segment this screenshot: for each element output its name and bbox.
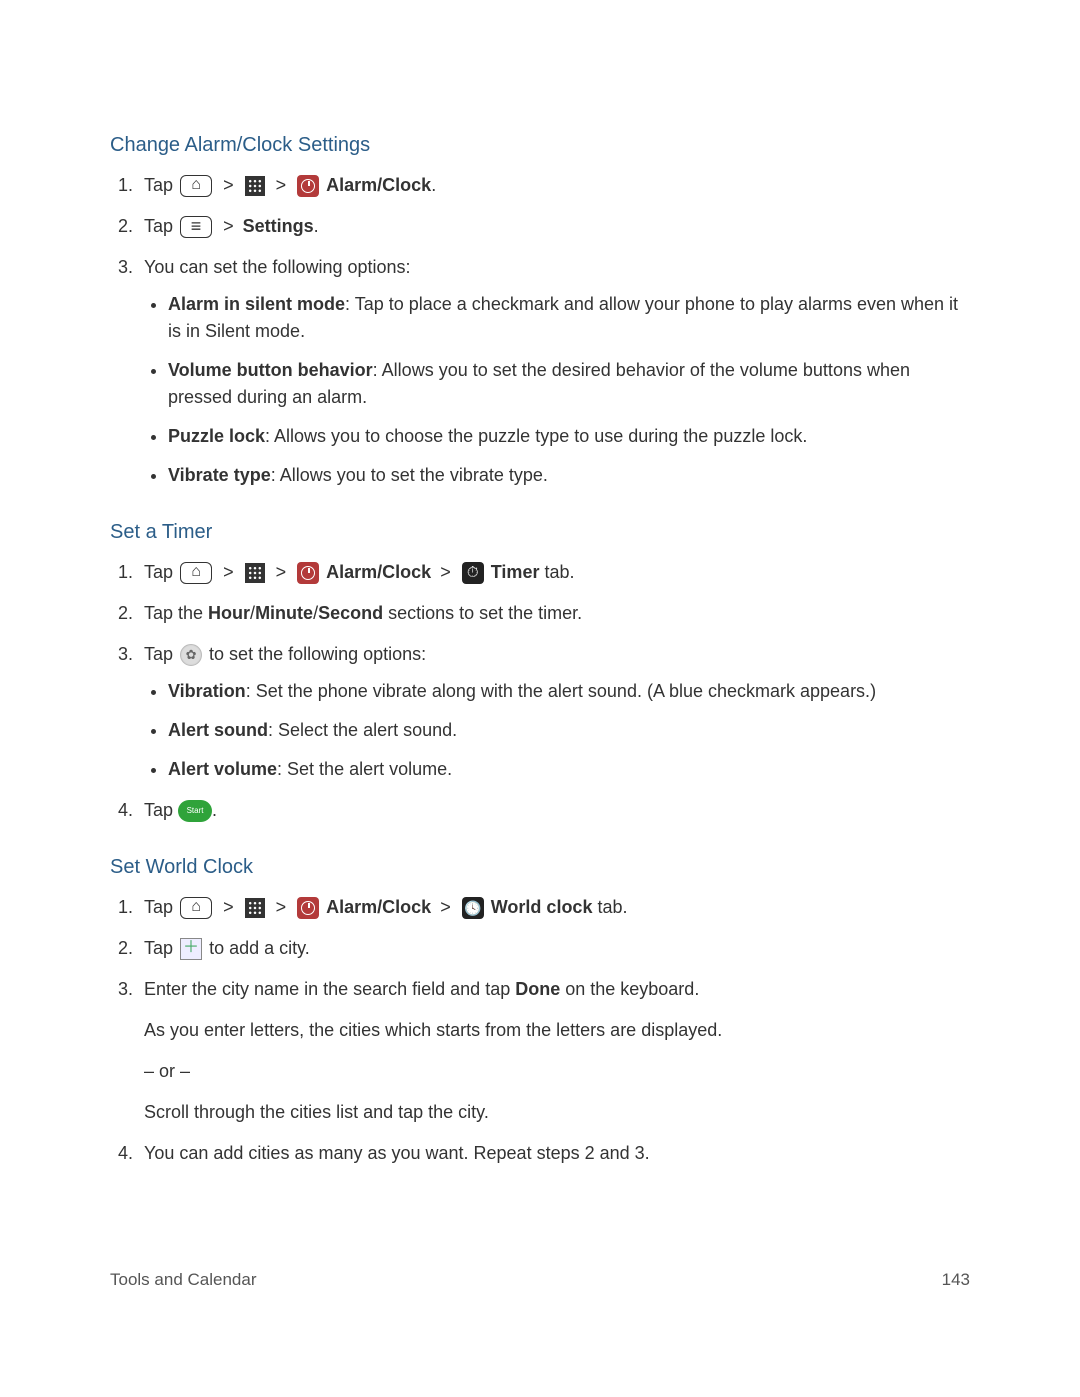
separator: > [219,897,238,917]
alarm-clock-icon [297,175,319,197]
step: Tap > > Alarm/Clock > Timer tab. [138,559,970,586]
step: Tap . [138,797,970,824]
option-desc: : Set the alert volume. [277,759,452,779]
page-footer: Tools and Calendar 143 [110,1267,970,1293]
text: . [431,175,436,195]
step: Tap to set the following options: Vibrat… [138,641,970,783]
option-list: Alarm in silent mode: Tap to place a che… [144,291,970,489]
option-desc: : Allows you to choose the puzzle type t… [265,426,807,446]
text: . [212,800,217,820]
step: You can add cities as many as you want. … [138,1140,970,1167]
separator: > [272,897,291,917]
text: sections to set the timer. [383,603,582,623]
text: on the keyboard. [560,979,699,999]
text: to set the following options: [209,644,426,664]
page-number: 143 [942,1267,970,1293]
alarm-clock-icon [297,562,319,584]
apps-icon [245,898,265,918]
separator: > [436,562,455,582]
steps-world-clock: Tap > > Alarm/Clock > World clock tab. T… [110,894,970,1167]
world-clock-icon [462,897,484,919]
text-bold: Alarm/Clock [326,897,431,917]
text: Tap [144,644,178,664]
step: Tap > > Alarm/Clock. [138,172,970,199]
text-bold: Second [318,603,383,623]
text-bold: Settings [243,216,314,236]
text-bold: Hour [208,603,250,623]
option-desc: : Allows you to set the vibrate type. [271,465,548,485]
gear-icon [180,644,202,666]
option-list: Vibration: Set the phone vibrate along w… [144,678,970,783]
text-bold: Timer [491,562,540,582]
paragraph: As you enter letters, the cities which s… [144,1017,970,1044]
step: Tap > > Alarm/Clock > World clock tab. [138,894,970,921]
text-bold: Alarm/Clock [326,175,431,195]
list-item: Puzzle lock: Allows you to choose the pu… [168,423,970,450]
separator: > [219,216,238,236]
heading-change-alarm-clock: Change Alarm/Clock Settings [110,130,970,160]
home-icon [180,175,212,197]
text: Tap [144,175,173,195]
step: Tap to add a city. [138,935,970,962]
separator: > [272,175,291,195]
option-label: Vibrate type [168,465,271,485]
step: Enter the city name in the search field … [138,976,970,1126]
separator: > [219,175,238,195]
steps-set-timer: Tap > > Alarm/Clock > Timer tab. Tap the… [110,559,970,824]
footer-section-title: Tools and Calendar [110,1267,256,1293]
heading-set-timer: Set a Timer [110,517,970,547]
start-button-icon [178,800,212,822]
text: . [314,216,319,236]
text-bold: Alarm/Clock [326,562,431,582]
text: Enter the city name in the search field … [144,979,515,999]
text: You can add cities as many as you want. … [144,1143,650,1163]
option-label: Alert sound [168,720,268,740]
text: Tap [144,216,173,236]
list-item: Alarm in silent mode: Tap to place a che… [168,291,970,345]
option-label: Volume button behavior [168,360,373,380]
step: You can set the following options: Alarm… [138,254,970,489]
text-bold: Minute [255,603,313,623]
text: Tap [144,938,173,958]
separator: > [436,897,455,917]
text: Tap [144,562,173,582]
home-icon [180,562,212,584]
steps-change-alarm: Tap > > Alarm/Clock. Tap > Settings. You… [110,172,970,489]
text: tab. [539,562,574,582]
separator: > [272,562,291,582]
text: Tap the [144,603,208,623]
paragraph: – or – [144,1058,970,1085]
apps-icon [245,563,265,583]
text: You can set the following options: [144,257,411,277]
list-item: Vibrate type: Allows you to set the vibr… [168,462,970,489]
page-content: Change Alarm/Clock Settings Tap > > Alar… [0,0,1080,1167]
apps-icon [245,176,265,196]
option-label: Puzzle lock [168,426,265,446]
text: Tap [144,897,173,917]
menu-icon [180,216,212,238]
text-bold: World clock [491,897,593,917]
home-icon [180,897,212,919]
heading-set-world-clock: Set World Clock [110,852,970,882]
option-label: Alert volume [168,759,277,779]
option-label: Vibration [168,681,246,701]
alarm-clock-icon [297,897,319,919]
list-item: Alert volume: Set the alert volume. [168,756,970,783]
timer-icon [462,562,484,584]
text: tab. [592,897,627,917]
option-label: Alarm in silent mode [168,294,345,314]
text: Tap [144,800,178,820]
paragraph: Scroll through the cities list and tap t… [144,1099,970,1126]
add-icon [180,938,202,960]
text: to add a city. [209,938,310,958]
list-item: Vibration: Set the phone vibrate along w… [168,678,970,705]
option-desc: : Set the phone vibrate along with the a… [246,681,876,701]
list-item: Volume button behavior: Allows you to se… [168,357,970,411]
list-item: Alert sound: Select the alert sound. [168,717,970,744]
option-desc: : Select the alert sound. [268,720,457,740]
separator: > [219,562,238,582]
step: Tap > Settings. [138,213,970,240]
step: Tap the Hour/Minute/Second sections to s… [138,600,970,627]
text-bold: Done [515,979,560,999]
